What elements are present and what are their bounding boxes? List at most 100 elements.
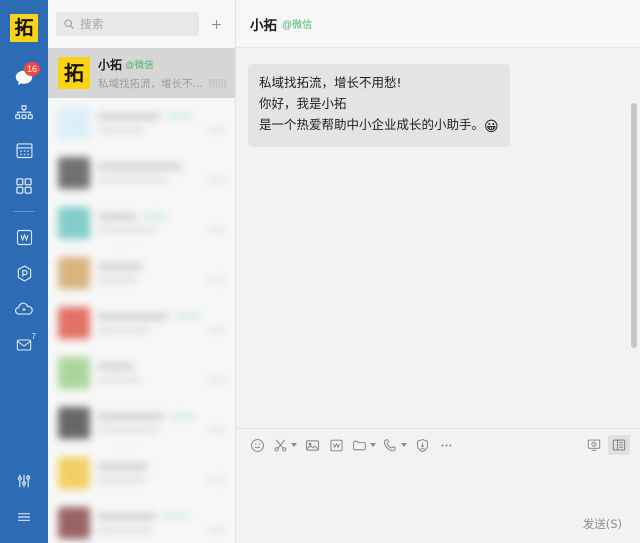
- chat-item-body: [98, 263, 227, 283]
- chat-item-name: [98, 263, 142, 270]
- chat-item-preview-row: [98, 277, 227, 283]
- emoji-button[interactable]: [246, 432, 268, 458]
- chat-list-item-masked[interactable]: [48, 348, 235, 398]
- message-line-3: 是一个热爱帮助中小企业成长的小助手。: [259, 117, 485, 132]
- chat-item-body: [98, 113, 227, 133]
- rail-item-mail[interactable]: 7: [0, 327, 48, 363]
- w-document-icon: [330, 439, 342, 451]
- call-button[interactable]: [380, 432, 409, 458]
- more-button[interactable]: [435, 432, 457, 458]
- document-button[interactable]: [325, 432, 347, 458]
- chevron-down-icon[interactable]: [370, 443, 376, 447]
- folder-icon: [353, 440, 366, 450]
- rail-item-documents[interactable]: [0, 219, 48, 255]
- redpacket-button[interactable]: [411, 432, 433, 458]
- file-button[interactable]: [349, 432, 378, 458]
- chat-item-time: [207, 527, 227, 533]
- chat-item-preview: 私域找拓流，增长不用...: [98, 77, 204, 90]
- chat-item-time: [207, 277, 227, 283]
- chat-list-item-masked[interactable]: [48, 98, 235, 148]
- chat-item-source-tag: [162, 513, 188, 520]
- rail-item-settings[interactable]: [0, 463, 48, 499]
- side-panel-toggle[interactable]: [608, 435, 630, 455]
- blurred-chat-rows[interactable]: [48, 98, 235, 543]
- search-input[interactable]: 搜索: [56, 12, 199, 36]
- chat-list-item-masked[interactable]: [48, 198, 235, 248]
- chat-item-name: [98, 113, 160, 120]
- chat-list-item-masked[interactable]: [48, 448, 235, 498]
- search-icon: [63, 18, 75, 30]
- ellipsis-icon: [441, 444, 451, 446]
- search-placeholder: 搜索: [80, 19, 104, 31]
- chat-item-time: [207, 227, 227, 233]
- plus-icon: [211, 19, 221, 29]
- chat-list-item-masked[interactable]: [48, 248, 235, 298]
- chat-unread-badge: 16: [23, 62, 40, 76]
- chat-item-body: [98, 413, 227, 433]
- message-input[interactable]: 发送(S): [236, 461, 640, 543]
- chat-item-preview-row: [98, 327, 227, 333]
- chat-list-panel: 搜索 拓 小拓 @微信 私域找拓流，增长不用... 刚刚: [48, 0, 236, 543]
- chat-item-preview: [98, 277, 138, 283]
- image-icon: [305, 439, 319, 451]
- avatar: [58, 107, 90, 139]
- avatar: [58, 207, 90, 239]
- chat-item-preview: [98, 477, 146, 483]
- page-title: 小拓: [250, 17, 277, 34]
- message-line-2: 你好，我是小拓: [259, 96, 347, 111]
- rail-item-contacts[interactable]: [0, 96, 48, 132]
- rail-item-payments[interactable]: [0, 255, 48, 291]
- send-button[interactable]: 发送(S): [579, 514, 626, 534]
- rail-item-calendar[interactable]: [0, 132, 48, 168]
- chat-item-name: [98, 363, 134, 370]
- left-rail: 拓 16 7: [0, 0, 48, 543]
- chat-item-preview-row: [98, 527, 227, 533]
- chevron-down-icon[interactable]: [291, 443, 297, 447]
- chat-item-time: [207, 127, 227, 133]
- p-hexagon-icon: [17, 264, 31, 282]
- conversation-source-tag: @微信: [282, 20, 313, 31]
- chat-history-button[interactable]: [583, 435, 605, 455]
- avatar: [58, 507, 90, 539]
- rail-item-menu[interactable]: [0, 499, 48, 535]
- chat-item-time: [207, 477, 227, 483]
- sliders-icon: [17, 474, 31, 488]
- avatar: 拓: [58, 57, 90, 89]
- history-screen-icon: [587, 439, 601, 451]
- composer-toolbar: [236, 429, 640, 461]
- rail-item-workbench[interactable]: [0, 168, 48, 204]
- scissors-icon: [274, 439, 287, 451]
- chat-item-name: [98, 163, 182, 170]
- chat-list-item-masked[interactable]: [48, 398, 235, 448]
- chat-item-time: [207, 427, 227, 433]
- chat-list-item-masked[interactable]: [48, 498, 235, 543]
- grid-apps-icon: [16, 178, 32, 194]
- rail-item-chat[interactable]: 16: [0, 60, 48, 96]
- smiley-icon: [250, 438, 264, 452]
- chat-list-scroll[interactable]: 拓 小拓 @微信 私域找拓流，增长不用... 刚刚: [48, 48, 235, 543]
- chat-item-preview: [98, 377, 142, 383]
- composer-toolbar-right: [583, 435, 630, 455]
- chat-item-body: 小拓 @微信 私域找拓流，增长不用... 刚刚: [98, 56, 227, 91]
- chat-list-item-masked[interactable]: [48, 148, 235, 198]
- chat-list-item-masked[interactable]: [48, 298, 235, 348]
- avatar: [58, 257, 90, 289]
- chat-item-preview-row: [98, 227, 227, 233]
- chat-item-title-row: [98, 263, 227, 270]
- message-scrollbar[interactable]: [631, 103, 637, 348]
- avatar: [58, 457, 90, 489]
- cloud-drive-icon: [15, 302, 33, 315]
- rail-item-drive[interactable]: [0, 291, 48, 327]
- chevron-down-icon[interactable]: [401, 443, 407, 447]
- chat-list-item-xiaotuo[interactable]: 拓 小拓 @微信 私域找拓流，增长不用... 刚刚: [48, 48, 235, 98]
- add-chat-button[interactable]: [203, 11, 229, 37]
- chat-item-source-tag: [174, 313, 200, 320]
- chat-item-title-row: [98, 463, 227, 470]
- chat-item-time: [207, 327, 227, 333]
- image-button[interactable]: [301, 432, 323, 458]
- chat-item-preview-row: [98, 127, 227, 133]
- chat-item-body: [98, 363, 227, 383]
- message-composer: 发送(S): [236, 428, 640, 543]
- app-window: 拓 16 7 搜索 拓 小拓 @微信 私域找拓流，增长不用... 刚刚 小拓 @…: [0, 0, 640, 543]
- screenshot-button[interactable]: [270, 432, 299, 458]
